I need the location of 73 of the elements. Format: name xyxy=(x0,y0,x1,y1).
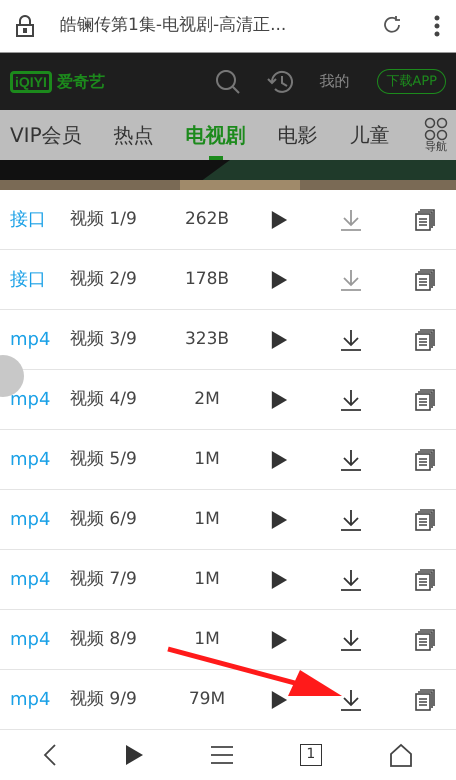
file-size: 79M xyxy=(188,688,226,711)
page-title: 皓镧传第1集-电视剧-高清正... xyxy=(60,14,286,38)
play-button[interactable] xyxy=(270,690,288,710)
lock-icon xyxy=(16,15,34,37)
download-icon[interactable] xyxy=(340,508,362,530)
nav-tab[interactable]: 儿童 xyxy=(350,110,390,160)
copy-icon[interactable] xyxy=(414,208,434,230)
source-link[interactable]: mp4 xyxy=(0,446,70,473)
video-name: 视频 5/9 xyxy=(70,448,138,471)
play-button[interactable] xyxy=(270,330,288,350)
source-link[interactable]: mp4 xyxy=(0,386,70,413)
grid-icon xyxy=(424,117,448,141)
source-link[interactable]: mp4 xyxy=(0,326,70,353)
source-link[interactable]: mp4 xyxy=(0,506,70,533)
more-icon[interactable] xyxy=(434,15,440,37)
source-link[interactable]: 接口 xyxy=(0,206,70,233)
download-icon[interactable] xyxy=(340,448,362,470)
play-button[interactable] xyxy=(270,570,288,590)
play-button[interactable] xyxy=(270,270,288,290)
play-button[interactable] xyxy=(270,450,288,470)
menu-icon[interactable] xyxy=(210,746,233,764)
download-icon[interactable] xyxy=(340,628,362,650)
video-name: 视频 1/9 xyxy=(70,208,138,231)
copy-icon[interactable] xyxy=(414,268,434,290)
source-link[interactable]: mp4 xyxy=(0,566,70,593)
video-name: 视频 3/9 xyxy=(70,328,138,351)
play-button[interactable] xyxy=(270,510,288,530)
copy-icon[interactable] xyxy=(414,388,434,410)
file-size: 1M xyxy=(193,568,221,591)
copy-icon[interactable] xyxy=(414,508,434,530)
source-link[interactable]: mp4 xyxy=(0,686,70,713)
file-size: 1M xyxy=(193,628,221,651)
nav-tab[interactable]: VIP会员 xyxy=(10,110,82,160)
download-icon[interactable] xyxy=(340,688,362,710)
video-name: 视频 9/9 xyxy=(70,688,138,711)
download-icon[interactable] xyxy=(340,568,362,590)
download-app-button[interactable]: 下载APP xyxy=(377,69,446,94)
file-size: 1M xyxy=(193,508,221,531)
history-icon[interactable] xyxy=(267,68,296,94)
copy-icon[interactable] xyxy=(414,688,434,710)
back-icon[interactable] xyxy=(43,743,58,767)
source-link[interactable]: mp4 xyxy=(0,626,70,653)
file-size: 323B xyxy=(184,328,230,351)
video-name: 视频 2/9 xyxy=(70,268,138,291)
logo-mark: iQIYI xyxy=(10,70,52,92)
nav-tab[interactable]: 电视剧 xyxy=(186,110,246,160)
tab-count-button[interactable]: 1 xyxy=(300,744,322,766)
video-name: 视频 4/9 xyxy=(70,388,138,411)
home-icon[interactable] xyxy=(388,743,413,767)
play-icon[interactable] xyxy=(124,744,144,766)
account-link[interactable]: 我的 xyxy=(319,70,350,93)
copy-icon[interactable] xyxy=(414,448,434,470)
file-size: 262B xyxy=(184,208,230,231)
download-icon[interactable] xyxy=(340,388,362,410)
play-button[interactable] xyxy=(270,390,288,410)
video-name: 视频 8/9 xyxy=(70,628,138,651)
file-size: 2M xyxy=(193,388,221,411)
file-size: 1M xyxy=(193,448,221,471)
copy-icon[interactable] xyxy=(414,628,434,650)
search-icon[interactable] xyxy=(215,68,242,94)
nav-tab[interactable]: 热点 xyxy=(114,110,154,160)
video-name: 视频 6/9 xyxy=(70,508,138,531)
nav-menu-button[interactable]: 导航 xyxy=(416,117,456,153)
download-icon[interactable] xyxy=(340,328,362,350)
copy-icon[interactable] xyxy=(414,328,434,350)
play-button[interactable] xyxy=(270,630,288,650)
copy-icon[interactable] xyxy=(414,568,434,590)
logo-text: 爱奇艺 xyxy=(56,70,105,92)
play-button[interactable] xyxy=(270,210,288,230)
video-name: 视频 7/9 xyxy=(70,568,138,591)
nav-tab[interactable]: 电影 xyxy=(278,110,318,160)
file-size: 178B xyxy=(184,268,230,291)
source-link[interactable]: 接口 xyxy=(0,266,70,293)
